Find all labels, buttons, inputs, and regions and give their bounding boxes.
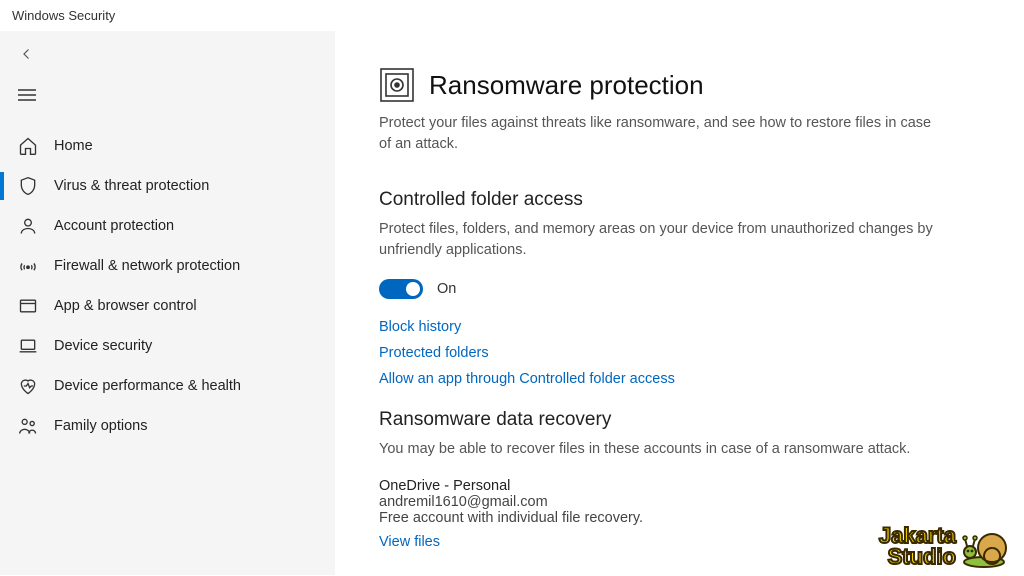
recovery-title: Ransomware data recovery: [379, 409, 984, 431]
home-icon: [18, 136, 38, 156]
hamburger-icon: [18, 89, 36, 101]
sidebar-item-app-browser[interactable]: App & browser control: [0, 286, 335, 326]
shield-icon: [18, 176, 38, 196]
sidebar-item-label: Account protection: [54, 218, 174, 234]
account-name: OneDrive - Personal: [379, 478, 984, 494]
sidebar-item-label: Device performance & health: [54, 378, 241, 394]
main-content: Ransomware protection Protect your files…: [335, 31, 1024, 575]
watermark-line2: Studio: [879, 547, 956, 568]
heart-icon: [18, 376, 38, 396]
cfa-title: Controlled folder access: [379, 189, 984, 211]
sidebar-item-label: Device security: [54, 338, 152, 354]
sidebar-item-label: Firewall & network protection: [54, 258, 240, 274]
signal-icon: [18, 256, 38, 276]
link-allow-app[interactable]: Allow an app through Controlled folder a…: [379, 371, 984, 387]
cfa-description: Protect files, folders, and memory areas…: [379, 219, 939, 261]
sidebar-item-account[interactable]: Account protection: [0, 206, 335, 246]
page-title: Ransomware protection: [429, 70, 704, 101]
snail-icon: [962, 526, 1014, 568]
page-description: Protect your files against threats like …: [379, 113, 939, 155]
watermark: Jakarta Studio: [879, 526, 1014, 568]
ransomware-icon: [379, 67, 415, 103]
back-button[interactable]: [0, 37, 335, 76]
family-icon: [18, 416, 38, 436]
menu-button[interactable]: [0, 76, 335, 118]
sidebar-item-label: Virus & threat protection: [54, 178, 209, 194]
sidebar-item-label: App & browser control: [54, 298, 197, 314]
arrow-left-icon: [18, 45, 36, 63]
link-protected-folders[interactable]: Protected folders: [379, 345, 984, 361]
sidebar-item-label: Family options: [54, 418, 147, 434]
recovery-description: You may be able to recover files in thes…: [379, 439, 939, 460]
sidebar-item-performance[interactable]: Device performance & health: [0, 366, 335, 406]
person-icon: [18, 216, 38, 236]
sidebar: Home Virus & threat protection Account p…: [0, 31, 335, 575]
sidebar-item-virus-threat[interactable]: Virus & threat protection: [0, 166, 335, 206]
cfa-toggle-label: On: [437, 281, 456, 297]
sidebar-item-label: Home: [54, 138, 93, 154]
sidebar-item-firewall[interactable]: Firewall & network protection: [0, 246, 335, 286]
laptop-icon: [18, 336, 38, 356]
link-block-history[interactable]: Block history: [379, 319, 984, 335]
app-title: Windows Security: [0, 0, 1024, 31]
browser-icon: [18, 296, 38, 316]
sidebar-item-family[interactable]: Family options: [0, 406, 335, 446]
sidebar-item-device-security[interactable]: Device security: [0, 326, 335, 366]
sidebar-item-home[interactable]: Home: [0, 126, 335, 166]
cfa-toggle[interactable]: [379, 279, 423, 299]
account-email: andremil1610@gmail.com: [379, 494, 984, 510]
